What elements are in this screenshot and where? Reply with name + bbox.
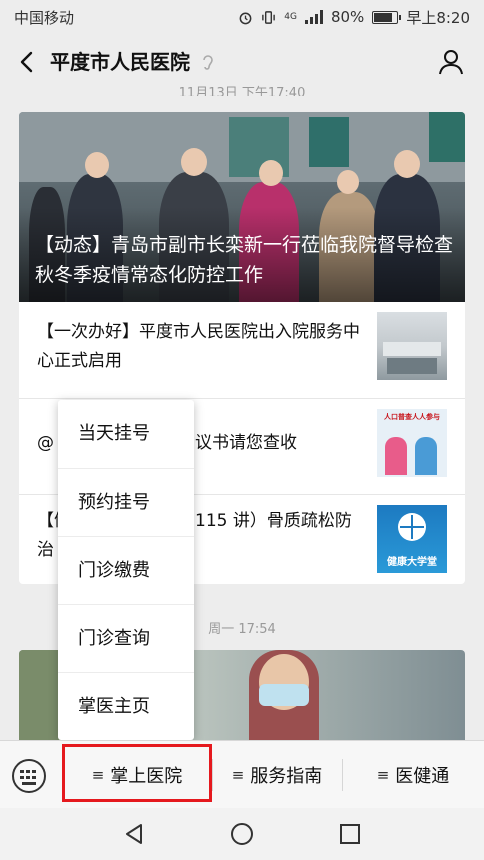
article-item-title: 【一次办好】平度市人民医院出入院服务中心正式启用 [37,322,360,371]
home-circle-icon[interactable] [230,822,254,846]
article-item[interactable]: 【一次办好】平度市人民医院出入院服务中心正式启用 [19,302,465,392]
article-item-title-right: 议书请您查收 [195,433,297,453]
main-article-headline: 【动态】青岛市副市长栾新一行莅临我院督导检查秋冬季疫情常态化防控工作 [35,234,454,286]
menu-lines-icon: ≡ [231,766,245,784]
menu-item-outpatient-payment[interactable]: 门诊缴费 [58,536,194,604]
menu-lines-icon: ≡ [376,766,390,784]
signal-icon [304,10,323,24]
network-type-label: 4G [284,11,297,22]
message-timestamp: 11月13日 下午17:40 [178,86,306,96]
globe-icon [398,513,426,541]
article-item-title-right: 115 讲）骨质疏松防 [195,511,352,531]
back-arrow-icon[interactable] [14,48,42,76]
recents-square-icon[interactable] [338,822,362,846]
selection-highlight [62,744,212,802]
alarm-icon [239,12,252,24]
menu-item-appointment-registration[interactable]: 预约挂号 [58,468,194,536]
keyboard-icon[interactable] [12,759,46,793]
battery-icon [372,10,402,24]
system-nav-bar [0,808,484,860]
menu-item-outpatient-query[interactable]: 门诊查询 [58,604,194,672]
vibrate-icon [262,10,276,24]
menu-button-service-guide[interactable]: ≡ 服务指南 [212,741,342,809]
hospital-submenu: 当天挂号 预约挂号 门诊缴费 门诊查询 掌医主页 [58,400,194,740]
battery-percent: 80% [330,8,365,26]
menu-button-label: 医健通 [395,766,450,787]
menu-item-mobile-home[interactable]: 掌医主页 [58,672,194,740]
health-university-thumb: 健康大学堂 [377,505,447,573]
hearing-mode-icon[interactable] [200,52,216,72]
clock: 早上8:20 [406,8,470,27]
menu-button-health-pass[interactable]: ≡ 医健通 [342,741,484,809]
status-bar: 中国移动 4G 80% 早上8:20 [0,0,484,34]
poster-text: 人口普查人人参与 [384,413,440,421]
main-article[interactable]: 【动态】青岛市副市长栾新一行莅临我院督导检查秋冬季疫情常态化防控工作 [19,112,465,302]
university-text: 健康大学堂 [387,557,437,568]
back-triangle-icon[interactable] [122,822,146,846]
carrier-label: 中国移动 [14,8,75,27]
hospital-hall-thumb [377,312,447,380]
profile-icon[interactable] [436,47,466,77]
handwash-poster-thumb: 人口普查人人参与 [377,409,447,477]
menu-button-label: 服务指南 [250,766,323,787]
status-icons: 4G 80% 早上8:20 [238,7,470,28]
menu-item-same-day-registration[interactable]: 当天挂号 [58,400,194,468]
